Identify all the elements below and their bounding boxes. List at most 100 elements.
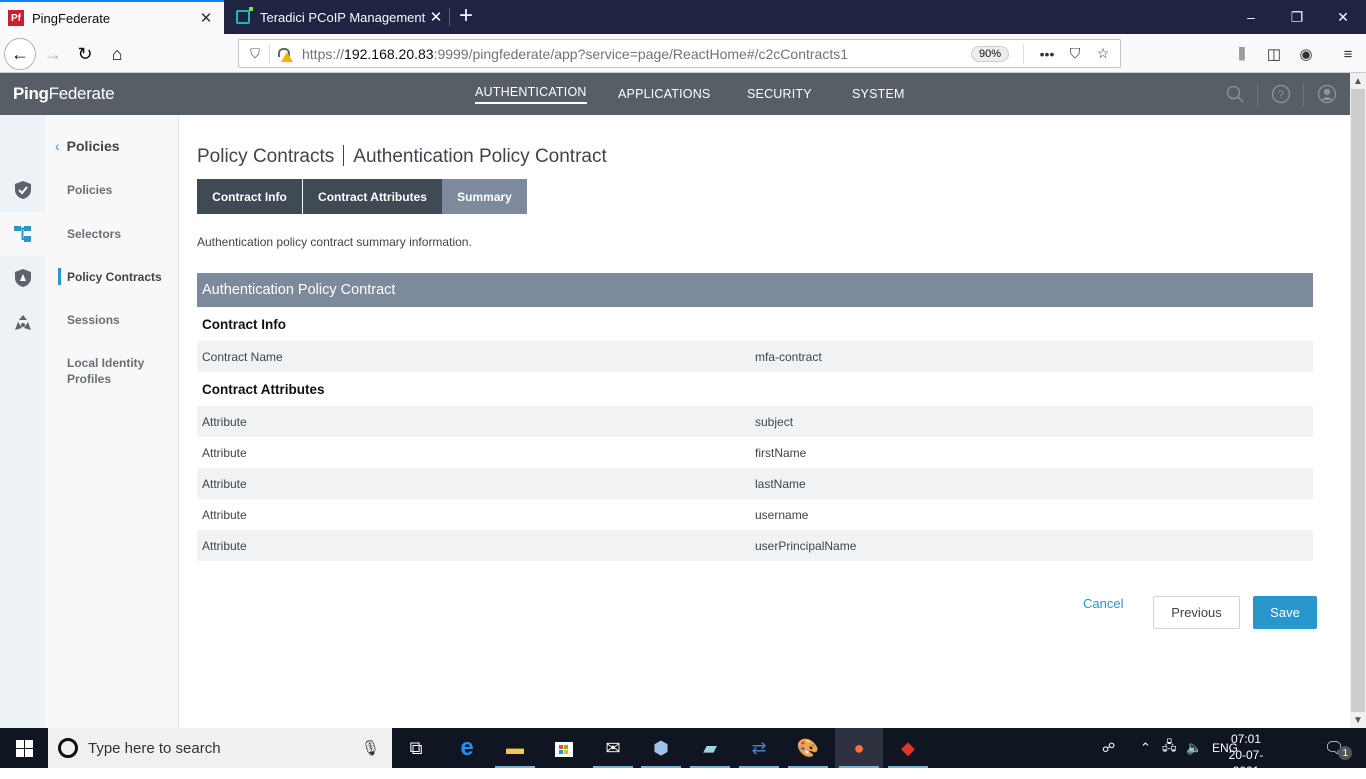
side-back-label: Policies — [66, 138, 120, 154]
cancel-button[interactable]: Cancel — [1083, 596, 1123, 611]
show-hidden-icons-chevron[interactable]: ⌃ — [1140, 728, 1151, 768]
remote-desktop-icon[interactable]: ⇄ — [735, 728, 783, 768]
zoom-level-badge[interactable]: 90% — [970, 45, 1009, 62]
forward-button[interactable]: → — [37, 38, 69, 70]
title-divider — [343, 145, 345, 166]
header-separator — [1257, 83, 1258, 107]
tab-title: PingFederate — [32, 10, 111, 26]
account-icon[interactable]: ◉ — [1294, 42, 1318, 66]
pingfederate-logo[interactable]: PingFederate — [13, 84, 115, 104]
side-nav: ‹ Policies Policies Selectors Policy Con… — [45, 115, 179, 728]
browser-tab-teradici[interactable]: Teradici PCoIP Management Co ✕ — [224, 0, 450, 34]
close-tab-icon[interactable]: ✕ — [426, 8, 446, 26]
teradici-favicon-icon — [236, 7, 253, 24]
section-icon-rail — [0, 115, 45, 728]
firefox-icon[interactable]: ● — [835, 728, 883, 768]
nav-system[interactable]: SYSTEM — [852, 73, 905, 115]
sidebar-item-sessions[interactable]: Sessions — [67, 312, 120, 328]
scroll-up-arrow-icon[interactable]: ▲ — [1350, 73, 1366, 89]
scroll-down-arrow-icon[interactable]: ▼ — [1350, 712, 1366, 728]
sidebar-item-local-identity-profiles[interactable]: Local Identity Profiles — [67, 355, 157, 387]
insecure-lock-icon[interactable] — [276, 47, 293, 62]
library-icon[interactable]: ⫼ — [1230, 42, 1254, 66]
save-button[interactable]: Save — [1253, 596, 1317, 629]
menu-icon[interactable]: ≡ — [1336, 42, 1360, 66]
reload-icon: ↻ — [77, 43, 93, 64]
wizard-tabs: Contract Info Contract Attributes Summar… — [197, 179, 527, 214]
clock-date: 20-07-2021 — [1228, 748, 1264, 778]
action-center-icon[interactable]: 🗨 1 — [1324, 728, 1353, 768]
page-scrollbar[interactable]: ▲ ▼ — [1350, 73, 1366, 728]
task-view-icon[interactable]: ⧉ — [392, 728, 440, 768]
rail-sessions[interactable] — [0, 301, 45, 345]
minimize-button[interactable]: – — [1228, 0, 1274, 34]
notepad-icon[interactable]: ▰ — [686, 728, 734, 768]
close-tab-icon[interactable]: ✕ — [196, 9, 216, 27]
mail-icon[interactable]: ✉ — [589, 728, 637, 768]
rail-policies[interactable] — [0, 168, 45, 212]
sidebar-item-policies[interactable]: Policies — [67, 182, 112, 198]
network-warning-icon[interactable]: 🖧 — [1162, 728, 1177, 768]
sidebar-item-selectors[interactable]: Selectors — [67, 226, 121, 242]
arrow-left-icon: ← — [11, 43, 29, 64]
microphone-icon[interactable]: 🎙 — [361, 739, 380, 757]
user-profile-icon[interactable] — [1316, 83, 1338, 105]
url-text[interactable]: https://192.168.20.83:9999/pingfederate/… — [302, 46, 971, 62]
restore-button[interactable]: ❐ — [1274, 0, 1320, 34]
new-tab-button[interactable]: + — [455, 2, 477, 32]
page-title: Policy Contracts Authentication Policy Co… — [197, 145, 607, 168]
rail-selectors[interactable] — [0, 212, 45, 256]
sidebar-toggle-icon[interactable]: ◫ — [1262, 42, 1286, 66]
rail-policy-contracts[interactable] — [0, 256, 45, 300]
close-window-button[interactable]: ✕ — [1320, 0, 1366, 34]
taskbar-search-box[interactable]: Type here to search 🎙 — [48, 728, 392, 768]
home-button[interactable]: ⌂ — [101, 38, 133, 70]
tracking-shield-icon[interactable]: ⛉ — [247, 46, 263, 62]
row-value: subject — [755, 414, 794, 429]
microsoft-store-icon[interactable] — [540, 728, 588, 768]
pocket-icon[interactable]: ⛉ — [1064, 45, 1086, 62]
c4-app-icon[interactable]: ◆ — [884, 728, 932, 768]
sidebar-item-policy-contracts[interactable]: Policy Contracts — [58, 268, 162, 285]
nav-authentication[interactable]: AUTHENTICATION — [475, 73, 587, 115]
section-title: Contract Attributes — [202, 381, 325, 397]
previous-button[interactable]: Previous — [1153, 596, 1240, 629]
row-key: Attribute — [202, 414, 247, 429]
logo-bold: Ping — [13, 84, 49, 103]
browser-tab-pingfederate[interactable]: Pf PingFederate ✕ — [0, 0, 224, 34]
row-value: firstName — [755, 445, 807, 460]
breadcrumb-parent: Policy Contracts — [197, 146, 335, 167]
tab-title: Teradici PCoIP Management Co — [260, 9, 426, 25]
volume-icon[interactable]: 🔈 — [1186, 728, 1202, 768]
scroll-thumb[interactable] — [1351, 89, 1365, 712]
row-key: Attribute — [202, 445, 247, 460]
bookmark-star-icon[interactable]: ☆ — [1092, 45, 1114, 62]
nav-applications[interactable]: APPLICATIONS — [618, 73, 710, 115]
paint-icon[interactable]: 🎨 — [784, 728, 832, 768]
more-actions-icon[interactable]: ••• — [1036, 46, 1058, 62]
edge-icon[interactable]: e — [443, 728, 491, 768]
tab-contract-info[interactable]: Contract Info — [197, 179, 302, 214]
shield-check-icon — [14, 181, 31, 199]
file-explorer-icon[interactable]: ▬ — [491, 728, 539, 768]
search-icon[interactable] — [1224, 83, 1246, 105]
table-row: Contract Name mfa-contract — [197, 341, 1313, 372]
system-clock[interactable]: 07:01 20-07-2021 — [1222, 731, 1270, 779]
virtualbox-icon[interactable]: ⬢ — [637, 728, 685, 768]
reload-button[interactable]: ↻ — [69, 38, 101, 70]
back-button[interactable]: ← — [4, 38, 36, 70]
table-row: Attribute subject — [197, 406, 1313, 437]
url-bar[interactable]: ⛉ https://192.168.20.83:9999/pingfederat… — [238, 39, 1121, 68]
people-icon[interactable]: ☍ — [1102, 728, 1115, 768]
help-icon[interactable]: ? — [1270, 83, 1292, 105]
tab-summary[interactable]: Summary — [442, 179, 527, 214]
nav-label: APPLICATIONS — [618, 87, 711, 101]
row-value: username — [755, 507, 809, 522]
shield-a-icon — [14, 269, 31, 287]
back-to-policies-link[interactable]: ‹ Policies — [55, 138, 120, 154]
nav-security[interactable]: SECURITY — [747, 73, 812, 115]
url-separator — [1023, 43, 1024, 64]
start-button[interactable] — [0, 728, 48, 768]
tab-contract-attributes[interactable]: Contract Attributes — [302, 179, 442, 214]
table-row: Attribute username — [197, 499, 1313, 530]
